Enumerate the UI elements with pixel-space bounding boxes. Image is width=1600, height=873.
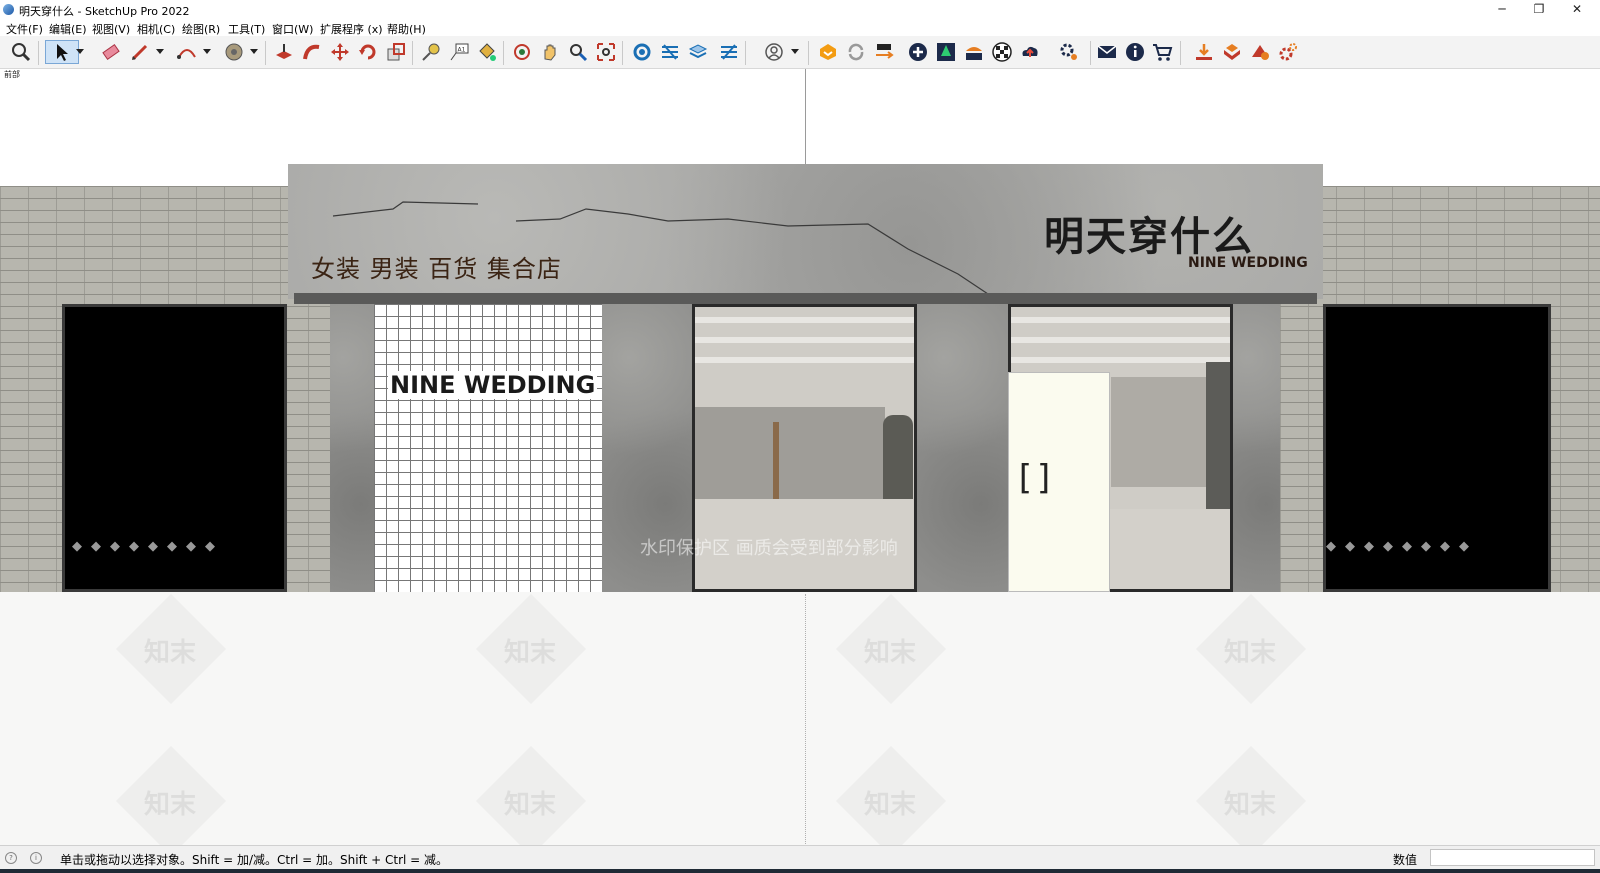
geolocation-icon[interactable]: ? [5,852,17,864]
interior-display-wall [1111,377,1221,487]
text-icon[interactable]: A1 [447,40,471,64]
settings-icon[interactable] [1057,40,1081,64]
arc-icon[interactable] [175,40,199,64]
render-icon[interactable] [1248,40,1272,64]
window-title: 明天穿什么 - SketchUp Pro 2022 [19,5,190,18]
watermark-brand: 知末 [1224,638,1277,668]
menu-camera[interactable]: 相机(C) [137,21,175,37]
extension-warehouse-icon[interactable] [816,40,840,64]
refresh-icon[interactable] [844,40,868,64]
status-hint: 单击或拖动以选择对象。Shift = 加/减。Ctrl = 加。Shift + … [60,853,449,867]
interior-wall [695,407,885,502]
status-bar: ? i 单击或拖动以选择对象。Shift = 加/减。Ctrl = 加。Shif… [0,845,1600,870]
watermark-brand: 知末 [864,790,917,820]
cart-icon[interactable] [1150,40,1174,64]
push-pull-icon[interactable] [272,40,296,64]
scenes-icon[interactable] [717,40,741,64]
menu-file[interactable]: 文件(F) [6,21,43,37]
close-button[interactable]: ✕ [1554,0,1600,19]
zoom-extents-icon[interactable] [594,40,618,64]
watermark-dots: ◆◆◆◆◆◆◆◆ [1326,539,1478,554]
store-sign-brand: NINE WEDDING [1188,255,1308,271]
green-axis-line [805,69,806,164]
add-icon[interactable] [906,40,930,64]
menu-window[interactable]: 窗口(W) [272,21,313,37]
menu-draw[interactable]: 绘图(R) [182,21,220,37]
export-icon[interactable] [1220,40,1244,64]
import-icon[interactable] [1192,40,1216,64]
mosaic-tile-panel [374,304,602,592]
measurements-label: 数值 [1393,853,1418,867]
layers-icon[interactable] [658,40,682,64]
select-dropdown-icon[interactable] [75,46,85,56]
title-bar: 明天穿什么 - SketchUp Pro 2022 ─ ❐ ✕ [0,0,1600,19]
paint-bucket-icon[interactable] [475,40,499,64]
pencil-dropdown-icon[interactable] [155,46,165,56]
ground-plane: 知末 知末 知末 知末 知末 知末 知末 知末 [0,592,1600,845]
green-axis-dotted [805,594,806,844]
outliner-icon[interactable] [630,40,654,64]
watermark-notice: 水印保护区 画质会受到部分影响 [640,538,898,559]
watermark-brand: 知末 [144,638,197,668]
menu-bar: 文件(F) 编辑(E) 视图(V) 相机(C) 绘图(R) 工具(T) 窗口(W… [0,19,1600,36]
menu-view[interactable]: 视图(V) [92,21,130,37]
paint-dropdown-icon[interactable] [249,46,259,56]
scale-icon[interactable] [384,40,408,64]
sketchup-logo-icon [3,4,14,15]
help-icon[interactable]: i [30,852,42,864]
move-icon[interactable] [328,40,352,64]
watermark-brand: 知末 [504,790,557,820]
pan-icon[interactable] [538,40,562,64]
select-icon[interactable] [45,40,79,64]
orbit-icon[interactable] [510,40,534,64]
model-viewport[interactable]: 前部 明天穿什么 NINE WEDDING 女装 男装 百货 集合店 NINE … [0,69,1600,845]
concrete-pillar [1233,299,1280,592]
follow-me-icon[interactable] [300,40,324,64]
concrete-pillar [330,299,374,592]
cloud-icon[interactable] [1018,40,1042,64]
arc-dropdown-icon[interactable] [202,46,212,56]
scene-tab-label[interactable]: 前部 [4,69,20,80]
measurements-input[interactable] [1430,849,1595,866]
zoom-icon[interactable] [9,40,33,64]
menu-help[interactable]: 帮助(H) [387,21,426,37]
shelf-icon[interactable] [962,40,986,64]
account-dropdown-icon[interactable] [790,46,800,56]
pencil-icon[interactable] [128,40,152,64]
watermark-brand: 知末 [144,790,197,820]
mail-icon[interactable] [1095,40,1119,64]
tree-icon[interactable] [934,40,958,64]
store-categories: 女装 男装 百货 集合店 [311,255,562,283]
styles-icon[interactable] [686,40,710,64]
menu-edit[interactable]: 编辑(E) [49,21,87,37]
menu-tools[interactable]: 工具(T) [228,21,265,37]
store-sign-name: 明天穿什么 [1044,214,1254,260]
checker-icon[interactable] [990,40,1014,64]
svg-text:A1: A1 [458,47,466,54]
zoom-window-icon[interactable] [566,40,590,64]
account-icon[interactable] [762,40,786,64]
concrete-pillar [917,299,1008,592]
watermark-brand: 知末 [504,638,557,668]
paint-icon[interactable] [222,40,246,64]
watermark-brand: 知末 [864,638,917,668]
rotate-icon[interactable] [356,40,380,64]
tile-panel-brand: NINE WEDDING [388,371,598,399]
gear-icon[interactable] [1276,40,1300,64]
taskbar-edge [0,869,1600,873]
watermark-dots: ◆◆◆◆◆◆◆◆ [72,539,224,554]
main-toolbar: A1 [0,36,1600,69]
tape-measure-icon[interactable] [419,40,443,64]
door-handle: [] [1014,458,1055,498]
menu-extensions[interactable]: 扩展程序 (x) [320,21,383,37]
info-icon[interactable] [1123,40,1147,64]
fascia-shadow [294,293,1317,304]
watermark-brand: 知末 [1224,790,1277,820]
eraser-icon[interactable] [99,40,123,64]
transfer-icon[interactable] [872,40,896,64]
